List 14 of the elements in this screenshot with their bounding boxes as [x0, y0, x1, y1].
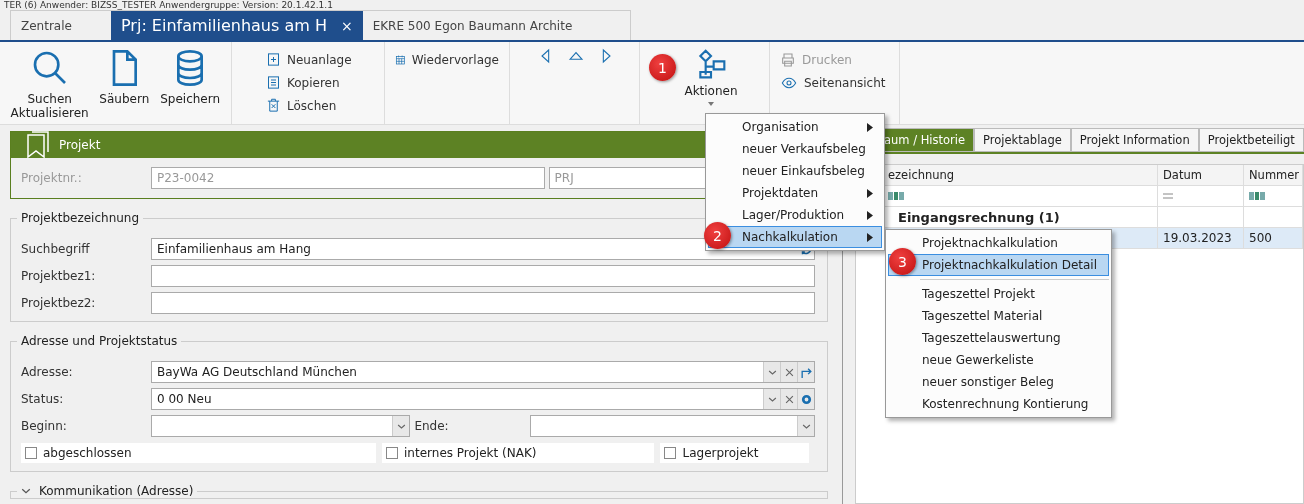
field-label: Ende: [413, 419, 450, 433]
field-label: Beginn: [21, 419, 68, 433]
table-cell: 500 [1244, 228, 1303, 249]
status-line: TER (6) Anwender: BIZSS_TESTER Anwendergruppe: Version: 20.1.42.1.1 [3, 0, 334, 10]
group-title: Projektbezeichnung [20, 211, 141, 225]
table-cell: 19.03.2023 [1158, 228, 1244, 249]
group-title: Adresse und Projektstatus [20, 334, 179, 348]
field-label: Status: [21, 392, 65, 406]
field-label: Projektnr.: [21, 171, 83, 185]
section-title: Projekt [59, 138, 101, 152]
field-label: Projektbez1: [21, 269, 97, 283]
field-label: Suchbegriff [21, 242, 91, 256]
field-label: Projektbez2: [21, 296, 97, 310]
field-label: Adresse: [21, 365, 74, 379]
